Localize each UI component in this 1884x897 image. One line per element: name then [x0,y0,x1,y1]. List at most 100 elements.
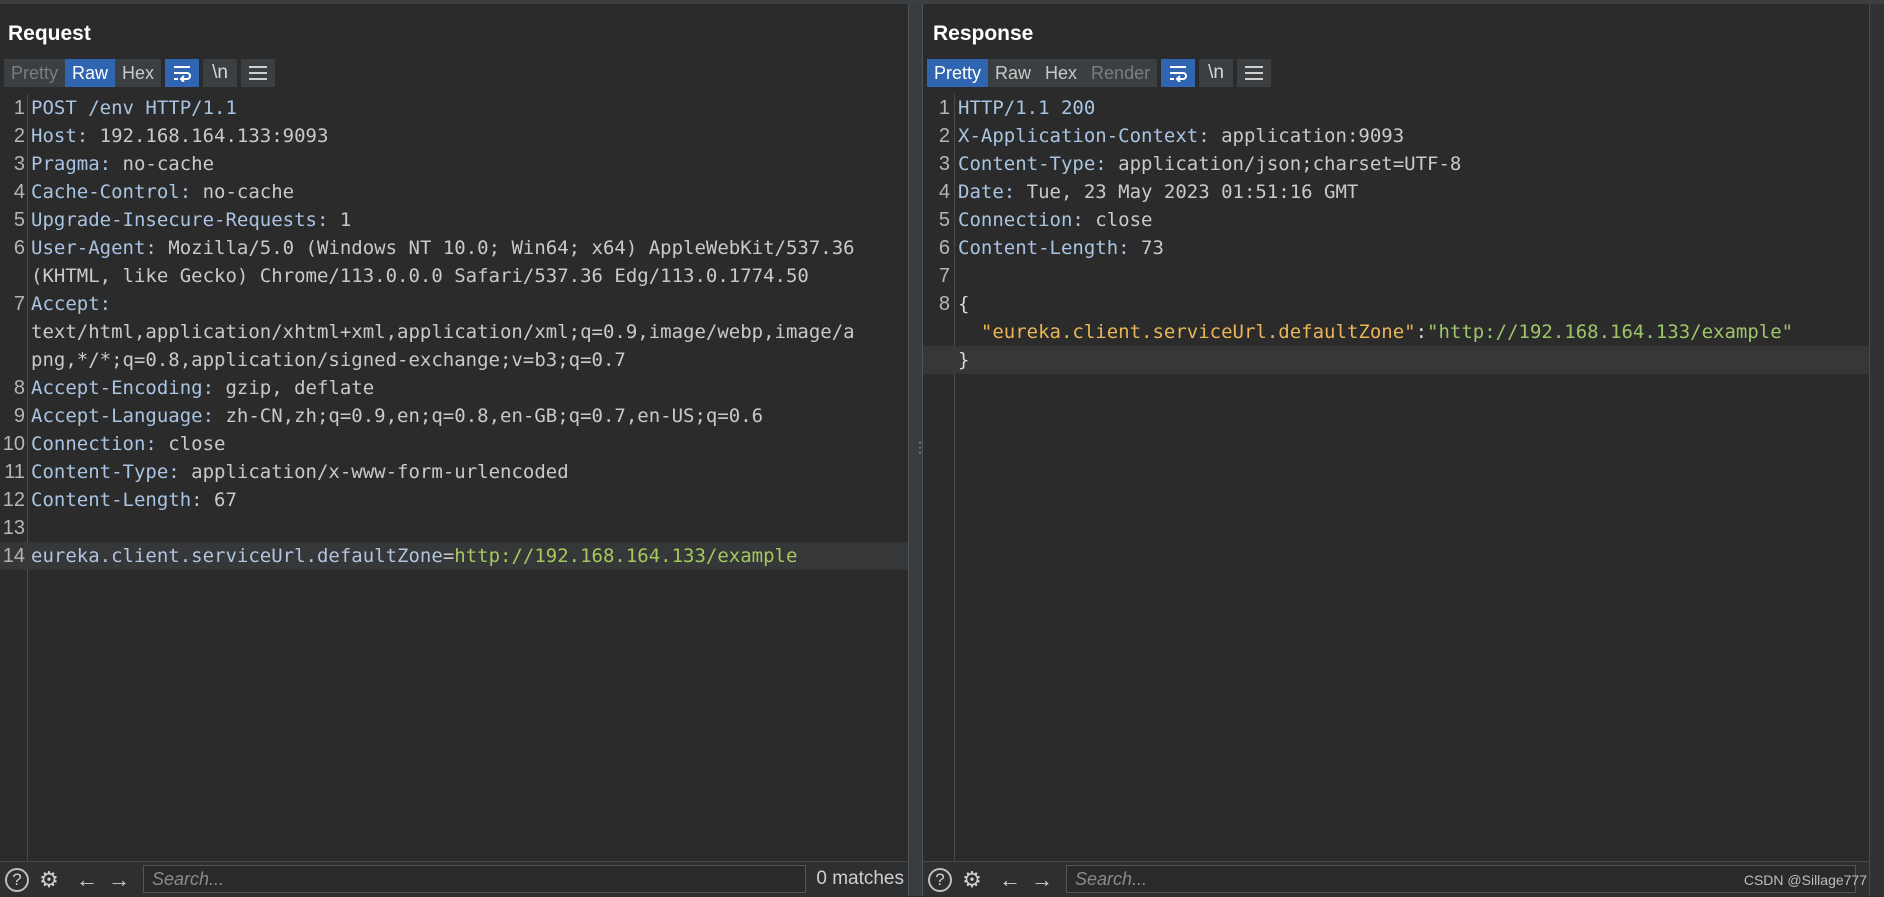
line-number: 5 [938,209,950,231]
line-content: Connection: close [958,206,1152,234]
header-name: POST /env HTTP/1.1 [31,97,237,119]
header-name: Cache-Control: [31,181,192,203]
header-name: Accept-Language: [31,405,215,427]
arrow-right-icon[interactable]: → [104,865,134,895]
request-tab-hex[interactable]: Hex [115,59,162,87]
menu-icon[interactable] [1237,59,1272,87]
request-line: 3 Pragma: no-cache [0,150,908,178]
json-close-brace: } [958,349,970,371]
newline-toggle-button[interactable]: \n [203,59,238,87]
request-toolbar: Pretty Raw Hex \n [4,58,276,88]
help-icon[interactable]: ? [2,865,32,895]
response-tab-pretty[interactable]: Pretty [927,59,989,87]
request-editor[interactable]: 1 POST /env HTTP/1.1 2 Host: 192.168.164.13… [0,94,908,864]
request-footer: ? ⚙ ← → Search... 0 matches [0,861,908,897]
watermark: CSDN @Sillage777 [1743,872,1867,888]
header-name: Connection: [958,209,1084,231]
header-name: Pragma: [31,153,112,175]
request-line: 9 Accept-Language: zh-CN,zh;q=0.9,en;q=0.… [0,402,908,430]
line-content: User-Agent: Mozilla/5.0 (Windows NT 10.0… [31,234,855,262]
line-content: "eureka.client.serviceUrl.defaultZone":"… [958,318,1793,346]
response-pane: Response Pretty Raw Hex Render \n 1 HTTP/… [923,4,1869,897]
request-search-input[interactable]: Search... [143,865,806,893]
request-tab-pretty[interactable]: Pretty [4,59,66,87]
request-line: 1 POST /env HTTP/1.1 [0,94,908,122]
response-title: Response [933,22,1034,45]
response-tab-raw[interactable]: Raw [988,59,1039,87]
response-line: 1 HTTP/1.1 200 [923,94,1869,122]
header-name: Upgrade-Insecure-Requests: [31,209,329,231]
arrow-left-icon[interactable]: ← [995,865,1025,895]
gear-icon[interactable]: ⚙ [34,865,64,895]
response-search-input[interactable]: Search... [1066,865,1856,893]
help-icon[interactable]: ? [925,865,955,895]
line-content: Date: Tue, 23 May 2023 01:51:16 GMT [958,178,1358,206]
request-line: (KHTML, like Gecko) Chrome/113.0.0.0 Saf… [0,262,908,290]
response-editor[interactable]: 1 HTTP/1.1 200 2 X-Application-Context: app… [923,94,1869,864]
line-number: 8 [938,293,950,315]
header-value: text/html,application/xhtml+xml,applicat… [31,321,855,343]
wrap-icon[interactable] [1161,59,1196,87]
header-value: 1 [328,209,352,231]
request-line: 12 Content-Length: 67 [0,486,908,514]
line-content: eureka.client.serviceUrl.defaultZone=htt… [31,542,797,570]
json-key: "eureka.client.serviceUrl.defaultZone" [980,321,1416,343]
drag-handle-icon[interactable]: ⋮ [913,440,927,454]
request-line: 10 Connection: close [0,430,908,458]
request-line: png,*/*;q=0.8,application/signed-exchang… [0,346,908,374]
request-line: 6 User-Agent: Mozilla/5.0 (Windows NT 10.… [0,234,908,262]
line-number: 2 [938,125,950,147]
menu-icon[interactable] [241,59,276,87]
header-value: application/x-www-form-urlencoded [179,461,569,483]
response-tab-hex[interactable]: Hex [1038,59,1085,87]
header-value: no-cache [111,153,215,175]
line-content: Content-Length: 67 [31,486,237,514]
header-value: Mozilla/5.0 (Windows NT 10.0; Win64; x64… [156,237,855,259]
request-line: 13 [0,514,908,542]
gear-icon[interactable]: ⚙ [957,865,987,895]
header-value: application:9093 [1209,125,1405,147]
line-number: 10 [2,433,25,455]
response-line: 4 Date: Tue, 23 May 2023 01:51:16 GMT [923,178,1869,206]
arrow-right-icon[interactable]: → [1027,865,1057,895]
request-body-line: 14 eureka.client.serviceUrl.defaultZone=h… [0,542,908,570]
newline-toggle-button[interactable]: \n [1199,59,1234,87]
response-tab-render[interactable]: Render [1084,59,1158,87]
right-scroll-strip [1869,4,1884,896]
line-content: Accept: [31,290,111,318]
request-line: 8 Accept-Encoding: gzip, deflate [0,374,908,402]
request-match-count: 0 matches [816,868,904,889]
line-content: HTTP/1.1 200 [958,94,1095,122]
header-value: 73 [1129,237,1164,259]
header-value: Tue, 23 May 2023 01:51:16 GMT [1015,181,1359,203]
line-content: png,*/*;q=0.8,application/signed-exchang… [31,346,626,374]
header-value: 192.168.164.133:9093 [88,125,329,147]
line-number: 9 [13,405,25,427]
request-line: 11 Content-Type: application/x-www-form-u… [0,458,908,486]
line-content: { [958,290,969,318]
line-number: 13 [2,517,25,539]
request-line: 7 Accept: [0,290,908,318]
header-value: (KHTML, like Gecko) Chrome/113.0.0.0 Saf… [31,265,809,287]
pane-divider[interactable]: ⋮ [908,4,927,896]
response-footer: ? ⚙ ← → Search... CSDN @Sillage777 [923,861,1869,897]
param-name: eureka.client.serviceUrl.defaultZone [31,545,443,567]
line-content: Content-Type: application/json;charset=U… [958,150,1461,178]
line-number: 12 [2,489,25,511]
response-line: 6 Content-Length: 73 [923,234,1869,262]
header-name: Host: [31,125,89,147]
param-equals: = [442,545,455,567]
wrap-icon[interactable] [165,59,200,87]
json-string-value: "http://192.168.164.133/example" [1427,321,1794,343]
line-content: Cache-Control: no-cache [31,178,294,206]
line-content: text/html,application/xhtml+xml,applicat… [31,318,855,346]
header-name: HTTP/1.1 200 [958,97,1096,119]
request-line: 2 Host: 192.168.164.133:9093 [0,122,908,150]
response-line: 3 Content-Type: application/json;charset=… [923,150,1869,178]
line-number: 3 [938,153,950,175]
request-title: Request [8,22,91,45]
request-tab-raw[interactable]: Raw [65,59,116,87]
arrow-left-icon[interactable]: ← [72,865,102,895]
header-value: png,*/*;q=0.8,application/signed-exchang… [31,349,626,371]
header-name: Accept: [31,293,112,315]
